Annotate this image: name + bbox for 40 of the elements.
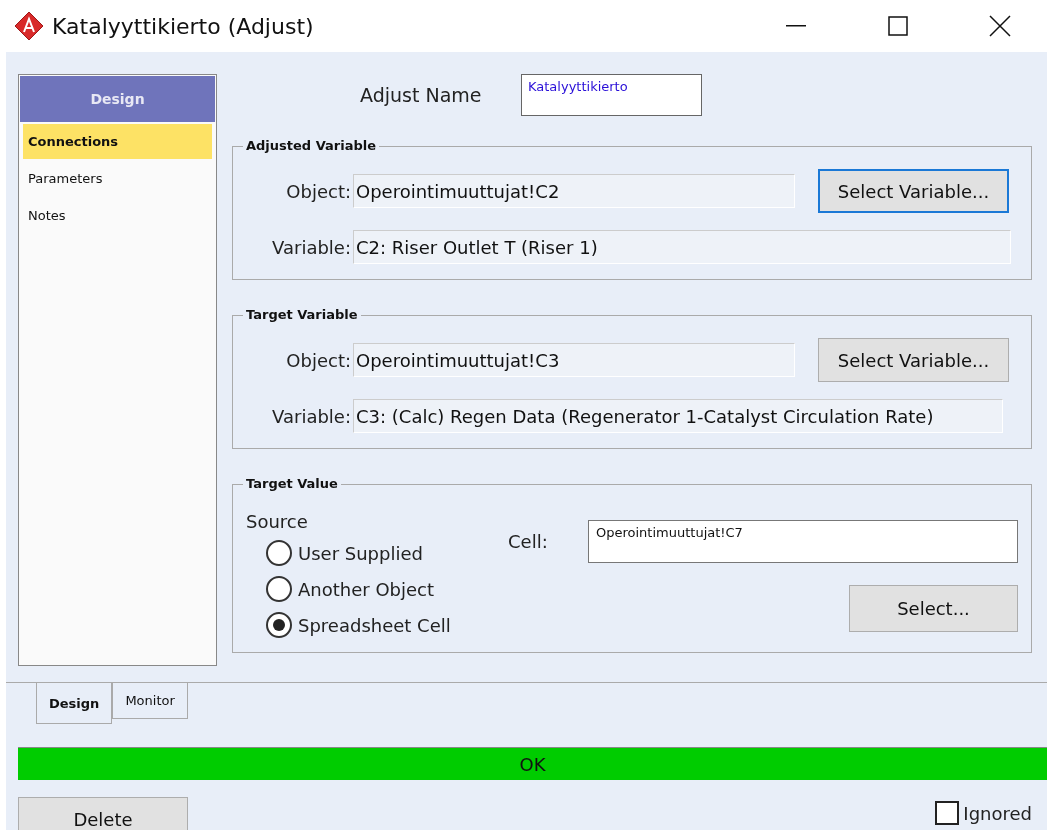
maximize-icon[interactable] <box>888 16 908 36</box>
checkbox[interactable] <box>935 801 960 825</box>
select-variable-button[interactable]: Select Variable... <box>818 169 1009 213</box>
radio-label: Spreadsheet Cell <box>298 614 451 636</box>
tab[interactable]: Monitor <box>112 683 188 719</box>
adjust-name-field[interactable]: Katalyyttikierto <box>521 74 702 116</box>
window-title: Katalyyttikierto (Adjust) <box>52 13 315 39</box>
checkbox-label: Ignored <box>963 802 1032 824</box>
close-icon[interactable] <box>989 15 1011 37</box>
adjust-name-label: Adjust Name <box>360 84 483 106</box>
minimize-icon[interactable] <box>786 25 806 27</box>
delete-button[interactable]: Delete <box>18 797 188 830</box>
cell-label: Cell: <box>508 531 549 552</box>
object-label: Object: <box>285 349 352 371</box>
status-bar: OK <box>18 747 1047 780</box>
object-field[interactable]: Operointimuuttujat!C3 <box>353 343 795 377</box>
variable-label: Variable: <box>271 236 352 258</box>
group-title: Target Variable <box>243 307 361 322</box>
sidebar-item[interactable]: Parameters <box>23 161 212 196</box>
sidebar-item[interactable]: Connections <box>23 124 212 159</box>
group-title: Target Value <box>243 476 341 491</box>
radio-label: Another Object <box>298 578 435 600</box>
object-field[interactable]: Operointimuuttujat!C2 <box>353 174 795 208</box>
select-variable-button[interactable]: Select Variable... <box>818 338 1009 382</box>
select-button[interactable]: Select... <box>849 585 1018 632</box>
tab[interactable]: Design <box>36 683 113 724</box>
variable-field[interactable]: C3: (Calc) Regen Data (Regenerator 1-Catalyst Circulation Rate) <box>353 399 1003 433</box>
radio-button[interactable] <box>266 540 292 566</box>
source-label: Source <box>246 511 309 532</box>
object-label: Object: <box>285 180 352 202</box>
cell-field[interactable]: Operointimuuttujat!C7 <box>588 520 1018 563</box>
app-logo-icon <box>14 11 44 41</box>
variable-field[interactable]: C2: Riser Outlet T (Riser 1) <box>353 230 1011 264</box>
group-title: Adjusted Variable <box>243 138 380 153</box>
variable-label: Variable: <box>271 405 352 427</box>
sidebar-header: Design <box>20 76 215 122</box>
radio-label: User Supplied <box>298 542 423 564</box>
sidebar-item[interactable]: Notes <box>23 198 212 233</box>
radio-button[interactable] <box>266 612 292 638</box>
radio-button[interactable] <box>266 576 292 602</box>
